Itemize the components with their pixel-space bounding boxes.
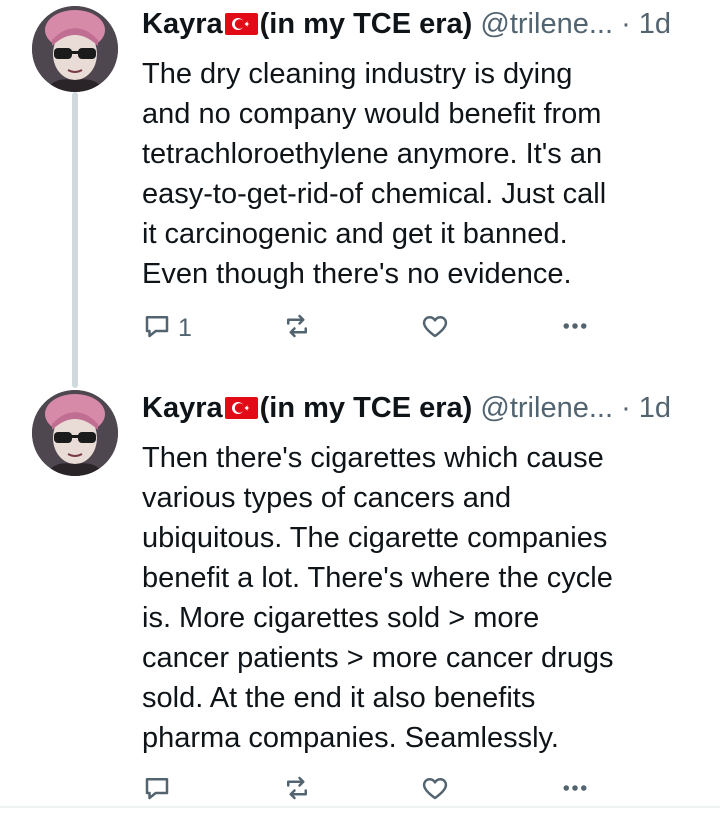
tweet-text-line: Then there's cigarettes which cause bbox=[142, 442, 604, 474]
tweet-text-line: and no company would benefit from bbox=[142, 98, 602, 130]
action-bar: 1 bbox=[142, 308, 612, 348]
tweet-1[interactable]: Kayra (in my TCE era) @trilene... · 1d Th… bbox=[0, 0, 720, 388]
reply-button[interactable] bbox=[142, 770, 178, 810]
tweet-text-line: sold. At the end it also benefits bbox=[142, 682, 536, 714]
display-name[interactable]: Kayra bbox=[142, 8, 223, 40]
action-bar bbox=[142, 770, 612, 810]
reply-button[interactable]: 1 bbox=[142, 308, 192, 348]
retweet-button[interactable] bbox=[282, 308, 312, 348]
retweet-icon bbox=[282, 311, 312, 346]
like-button[interactable] bbox=[420, 770, 450, 810]
tweet-text-line: easy-to-get-rid-of chemical. Just call bbox=[142, 178, 607, 210]
tweet-text-line: Even though there's no evidence. bbox=[142, 258, 572, 290]
timestamp[interactable]: · 1d bbox=[621, 8, 671, 40]
retweet-icon bbox=[282, 773, 312, 808]
tweet-header: Kayra (in my TCE era) @trilene... · 1d bbox=[142, 6, 671, 42]
heart-icon bbox=[420, 773, 450, 808]
tweet-text-line: ubiquitous. The cigarette companies bbox=[142, 522, 608, 554]
tweet-text-line: benefit a lot. There's where the cycle bbox=[142, 562, 613, 594]
retweet-button[interactable] bbox=[282, 770, 312, 810]
tweet-text-line: pharma companies. Seamlessly. bbox=[142, 722, 559, 754]
tweet-text-line: is. More cigarettes sold > more bbox=[142, 602, 540, 634]
more-icon bbox=[560, 773, 590, 808]
like-button[interactable] bbox=[420, 308, 450, 348]
more-icon bbox=[560, 311, 590, 346]
name-suffix: (in my TCE era) bbox=[259, 8, 473, 40]
reply-icon bbox=[142, 311, 172, 346]
reply-count: 1 bbox=[178, 313, 192, 342]
tweet-text: Then there's cigarettes which cause vari… bbox=[142, 438, 702, 758]
name-suffix: (in my TCE era) bbox=[259, 392, 473, 424]
heart-icon bbox=[420, 311, 450, 346]
tweet-text-line: various types of cancers and bbox=[142, 482, 512, 514]
turkey-flag-icon bbox=[224, 8, 258, 35]
tweet-text-line: it carcinogenic and get it banned. bbox=[142, 218, 568, 250]
avatar[interactable] bbox=[32, 6, 118, 92]
display-name[interactable]: Kayra bbox=[142, 392, 223, 424]
more-button[interactable] bbox=[560, 308, 590, 348]
tweet-text-line: cancer patients > more cancer drugs bbox=[142, 642, 614, 674]
tweet-text: The dry cleaning industry is dying and n… bbox=[142, 54, 702, 294]
timestamp[interactable]: · 1d bbox=[621, 392, 671, 424]
turkey-flag-icon bbox=[224, 392, 258, 419]
avatar[interactable] bbox=[32, 390, 118, 476]
divider bbox=[0, 806, 720, 808]
handle[interactable]: @trilene... bbox=[480, 8, 613, 40]
tweet-text-line: The dry cleaning industry is dying bbox=[142, 58, 573, 90]
more-button[interactable] bbox=[560, 770, 590, 810]
tweet-2[interactable]: Kayra (in my TCE era) @trilene... · 1d Th… bbox=[0, 388, 720, 808]
tweet-text-line: tetrachloroethylene anymore. It's an bbox=[142, 138, 603, 170]
reply-icon bbox=[142, 773, 172, 808]
thread-line bbox=[72, 92, 78, 388]
handle[interactable]: @trilene... bbox=[480, 392, 613, 424]
tweet-header: Kayra (in my TCE era) @trilene... · 1d bbox=[142, 390, 671, 426]
